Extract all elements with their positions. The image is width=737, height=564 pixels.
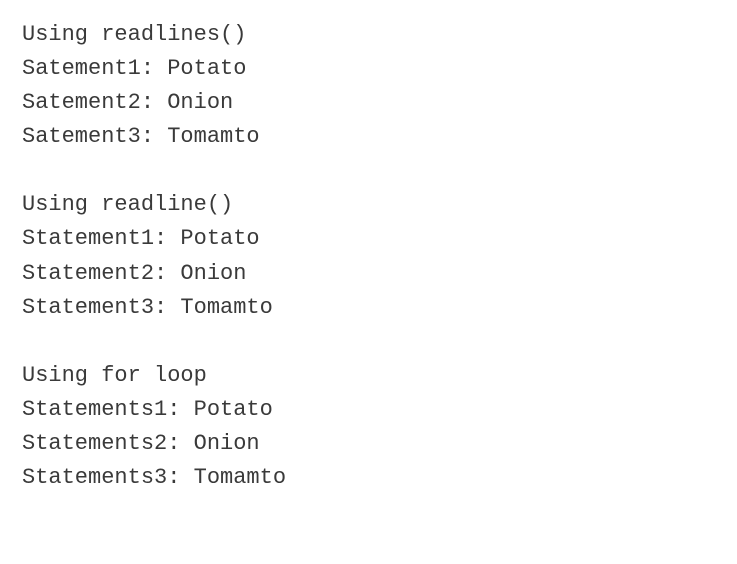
output-line: Statement2: Onion <box>22 257 715 291</box>
output-block-readlines: Using readlines() Satement1: Potato Sate… <box>22 18 715 154</box>
block-header: Using readlines() <box>22 18 715 52</box>
output-line: Satement2: Onion <box>22 86 715 120</box>
block-header: Using readline() <box>22 188 715 222</box>
output-block-readline: Using readline() Statement1: Potato Stat… <box>22 188 715 324</box>
output-line: Statements2: Onion <box>22 427 715 461</box>
output-line: Statements1: Potato <box>22 393 715 427</box>
output-line: Statements3: Tomamto <box>22 461 715 495</box>
output-line: Satement1: Potato <box>22 52 715 86</box>
output-line: Satement3: Tomamto <box>22 120 715 154</box>
output-line: Statement1: Potato <box>22 222 715 256</box>
block-header: Using for loop <box>22 359 715 393</box>
output-line: Statement3: Tomamto <box>22 291 715 325</box>
output-block-forloop: Using for loop Statements1: Potato State… <box>22 359 715 495</box>
